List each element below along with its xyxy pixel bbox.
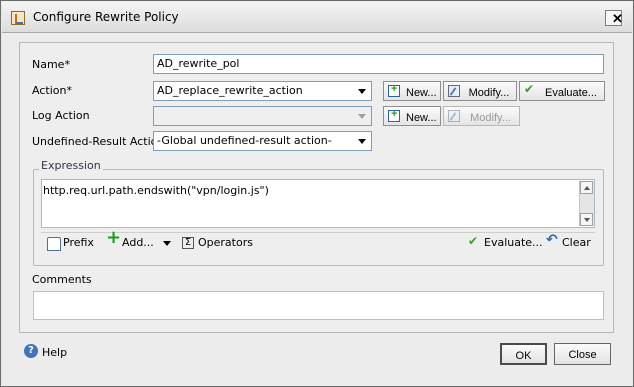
add-label: Add... — [122, 236, 154, 249]
expression-evaluate-label: Evaluate... — [484, 236, 543, 249]
log-action-new-button[interactable]: New... — [383, 106, 441, 126]
action-label: Action* — [32, 84, 72, 97]
action-selected-value: AD_replace_rewrite_action — [157, 84, 303, 97]
check-icon — [468, 235, 480, 249]
new-button-label: New... — [406, 111, 437, 124]
undefined-result-select[interactable]: -Global undefined-result action- — [153, 131, 372, 151]
close-button[interactable]: Close — [554, 343, 611, 365]
check-icon — [524, 83, 536, 97]
chevron-down-icon — [358, 139, 366, 144]
undefined-result-selected-value: -Global undefined-result action- — [157, 134, 332, 147]
undefined-result-label: Undefined-Result Action — [32, 135, 165, 148]
help-label: Help — [42, 346, 68, 359]
operators-label: Operators — [198, 236, 253, 249]
plus-icon — [106, 232, 121, 249]
log-action-label: Log Action — [32, 109, 90, 122]
evaluate-button-label: Evaluate... — [545, 86, 597, 99]
expression-toolbar: Prefix Add... Σ Operators Evaluate... Cle… — [41, 232, 595, 254]
name-field[interactable]: AD_rewrite_pol — [153, 54, 604, 74]
modify-icon — [448, 85, 460, 97]
configure-rewrite-policy-dialog: Configure Rewrite Policy ✕ Name* AD_rewr… — [0, 0, 634, 387]
prefix-label: Prefix — [63, 236, 94, 249]
sigma-icon: Σ — [182, 237, 194, 249]
scroll-down-icon[interactable] — [580, 213, 593, 226]
expression-scrollbar[interactable] — [579, 181, 594, 226]
dialog-title: Configure Rewrite Policy — [33, 10, 179, 24]
comments-field[interactable] — [33, 291, 604, 320]
close-window-button[interactable]: ✕ — [605, 10, 623, 26]
modify-icon — [448, 110, 460, 122]
rewrite-policy-icon — [11, 11, 25, 25]
ok-button[interactable]: OK — [500, 343, 547, 365]
modify-button-label: Modify... — [468, 86, 510, 99]
expression-label: Expression — [39, 159, 103, 172]
help-icon: ? — [24, 344, 38, 358]
undo-icon — [546, 234, 558, 249]
add-button[interactable]: Add... — [106, 232, 171, 249]
action-new-button[interactable]: New... — [383, 81, 441, 101]
help-link[interactable]: ? Help — [24, 344, 68, 359]
clear-button[interactable]: Clear — [546, 234, 591, 249]
chevron-down-icon — [358, 89, 366, 94]
name-label: Name* — [32, 58, 70, 71]
modify-button-label: Modify... — [470, 111, 511, 124]
home-icon — [47, 237, 61, 251]
clear-label: Clear — [562, 236, 591, 249]
action-modify-button[interactable]: Modify... — [443, 81, 517, 101]
new-button-label: New... — [406, 86, 437, 99]
comments-label: Comments — [32, 273, 92, 286]
log-action-modify-button[interactable]: Modify... — [443, 106, 520, 126]
scroll-up-icon[interactable] — [580, 181, 593, 194]
chevron-down-icon — [162, 241, 171, 246]
expression-text[interactable]: http.req.url.path.endswith("vpn/login.js… — [43, 184, 269, 197]
new-icon — [388, 83, 400, 97]
expression-evaluate-button[interactable]: Evaluate... — [468, 235, 543, 249]
action-select[interactable]: AD_replace_rewrite_action — [153, 81, 372, 101]
new-icon — [388, 108, 400, 122]
log-action-select[interactable] — [153, 106, 372, 126]
operators-button[interactable]: Σ Operators — [182, 237, 253, 249]
title-bar[interactable]: Configure Rewrite Policy ✕ — [2, 2, 632, 33]
chevron-down-icon — [358, 114, 366, 119]
prefix-button[interactable]: Prefix — [47, 236, 94, 251]
action-evaluate-button[interactable]: Evaluate... — [519, 81, 605, 101]
